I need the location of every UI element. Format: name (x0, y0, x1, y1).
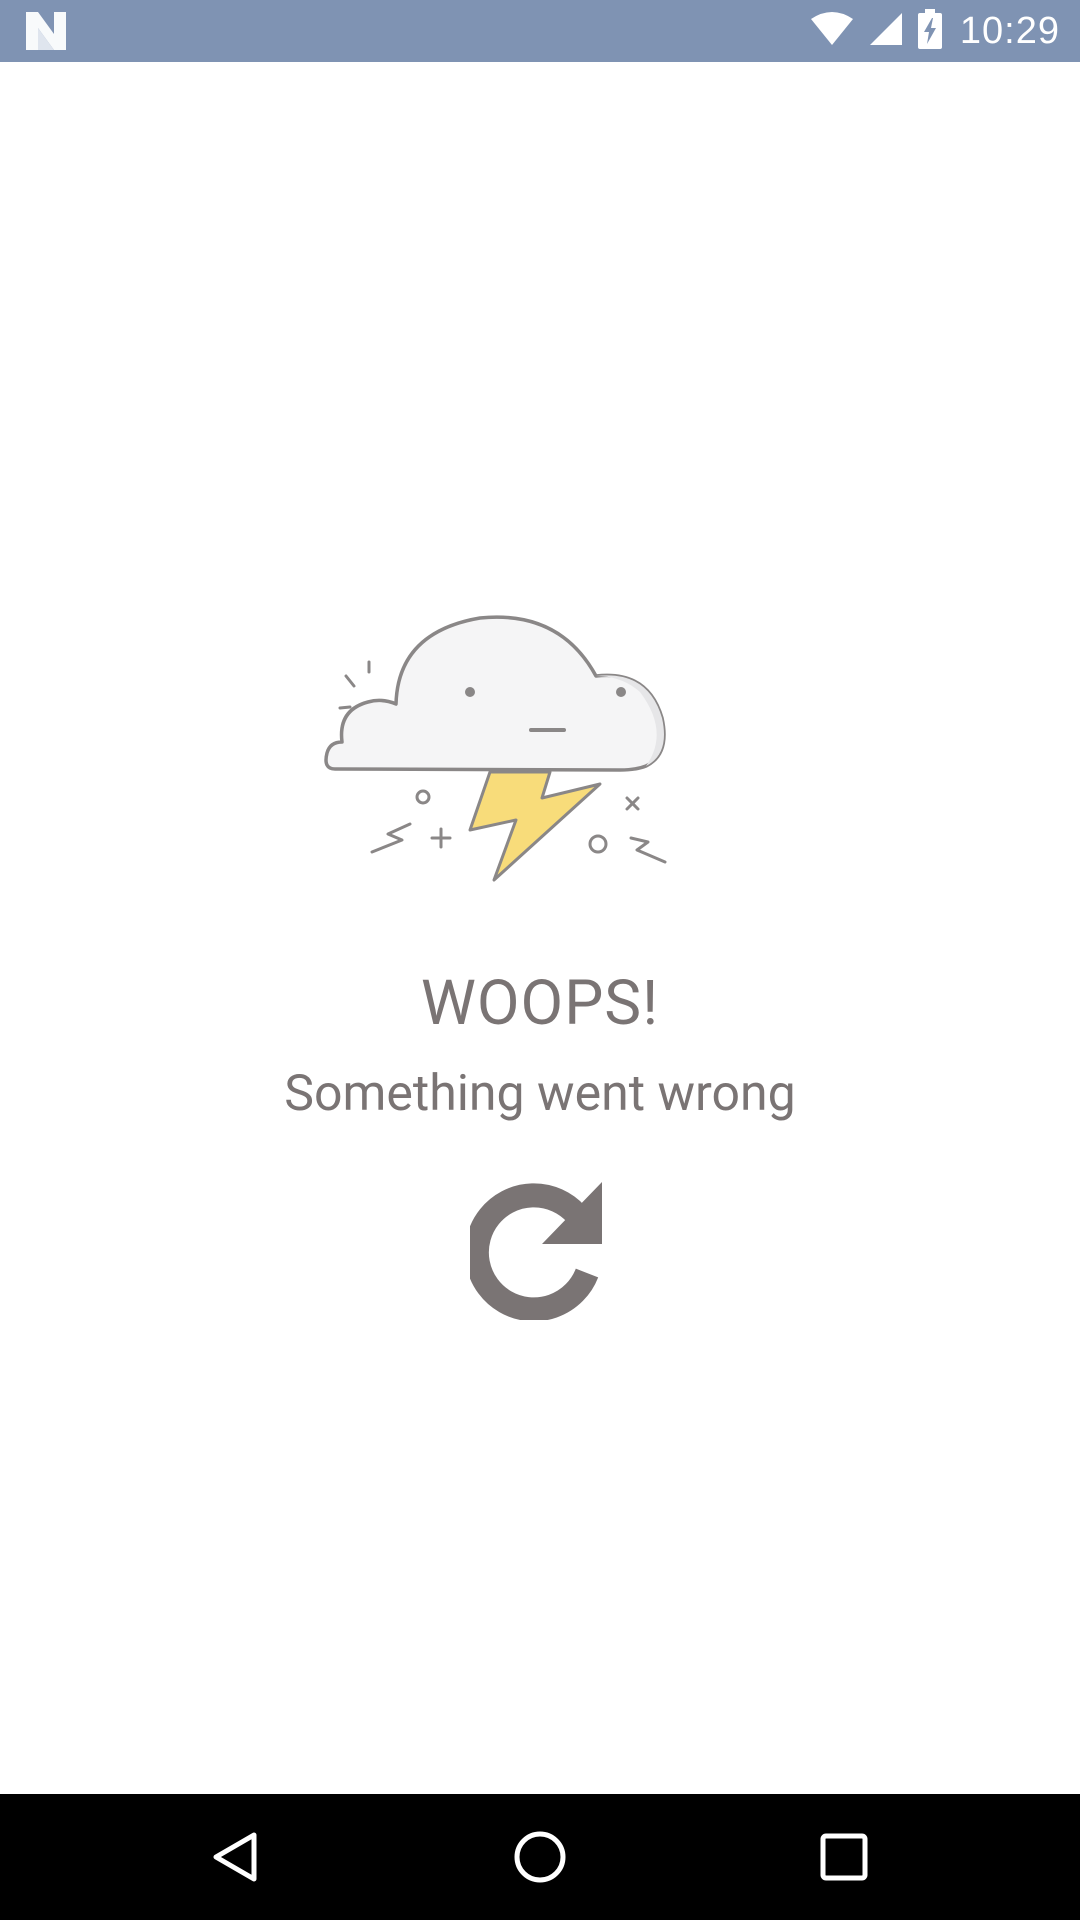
back-icon (213, 1832, 257, 1882)
storm-cloud-illustration (310, 542, 770, 962)
recents-icon (820, 1833, 868, 1881)
status-time: 10:29 (959, 9, 1060, 52)
home-icon (514, 1831, 566, 1883)
error-title: WOOPS! (420, 967, 660, 1040)
error-screen: WOOPS! Something went wrong (0, 62, 1080, 1794)
n-notification-icon (24, 10, 68, 52)
recents-button[interactable] (804, 1817, 884, 1897)
cellular-signal-icon (868, 11, 904, 51)
refresh-icon (464, 1182, 602, 1322)
status-icons: 10:29 (810, 0, 1060, 62)
home-button[interactable] (500, 1817, 580, 1897)
back-button[interactable] (196, 1817, 276, 1897)
wifi-icon (810, 11, 854, 51)
retry-button[interactable] (464, 1180, 610, 1322)
error-message: Something went wrong (284, 1065, 796, 1123)
status-bar: 10:29 (0, 0, 1080, 62)
navigation-bar (0, 1794, 1080, 1920)
battery-charging-icon (917, 9, 942, 53)
